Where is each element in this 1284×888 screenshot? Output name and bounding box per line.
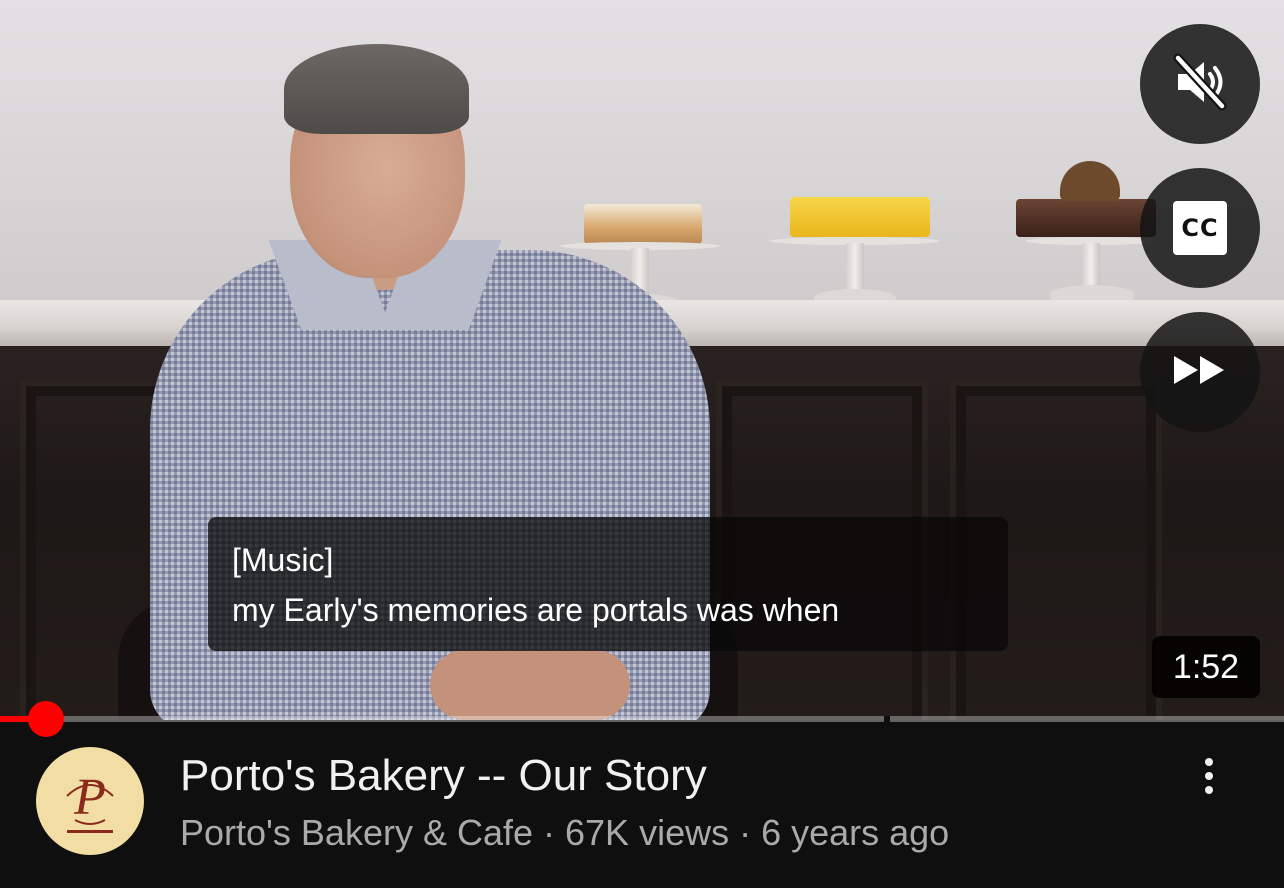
video-player[interactable]: CC [Music] my Early's memories are porta…	[0, 0, 1284, 720]
muted-speaker-icon	[1170, 52, 1230, 117]
captions-button[interactable]: CC	[1140, 168, 1260, 288]
vertical-ellipsis-icon	[1205, 758, 1213, 766]
channel-avatar[interactable]: P	[36, 747, 144, 855]
fast-forward-button[interactable]	[1140, 312, 1260, 432]
porto-logo-icon: P	[66, 769, 114, 833]
captions-overlay: [Music] my Early's memories are portals …	[208, 517, 1008, 651]
cake-stand	[770, 175, 940, 320]
more-options-button[interactable]	[1184, 746, 1234, 806]
caption-line: [Music]	[232, 542, 334, 578]
chapter-marker	[884, 716, 890, 722]
fast-forward-icon	[1172, 350, 1228, 395]
progress-scrubber[interactable]	[28, 701, 64, 737]
duration-badge: 1:52	[1152, 636, 1260, 698]
mute-button[interactable]	[1140, 24, 1260, 144]
cc-icon: CC	[1173, 201, 1227, 255]
video-meta: Porto's Bakery & Cafe · 67K views · 6 ye…	[180, 812, 950, 853]
caption-line: my Early's memories are portals was when	[232, 592, 840, 628]
svg-text:P: P	[73, 769, 106, 826]
video-person-hair	[284, 44, 469, 134]
progress-bar[interactable]	[0, 716, 1284, 722]
video-title[interactable]: Porto's Bakery -- Our Story	[180, 748, 707, 804]
video-person-hands	[430, 650, 630, 720]
